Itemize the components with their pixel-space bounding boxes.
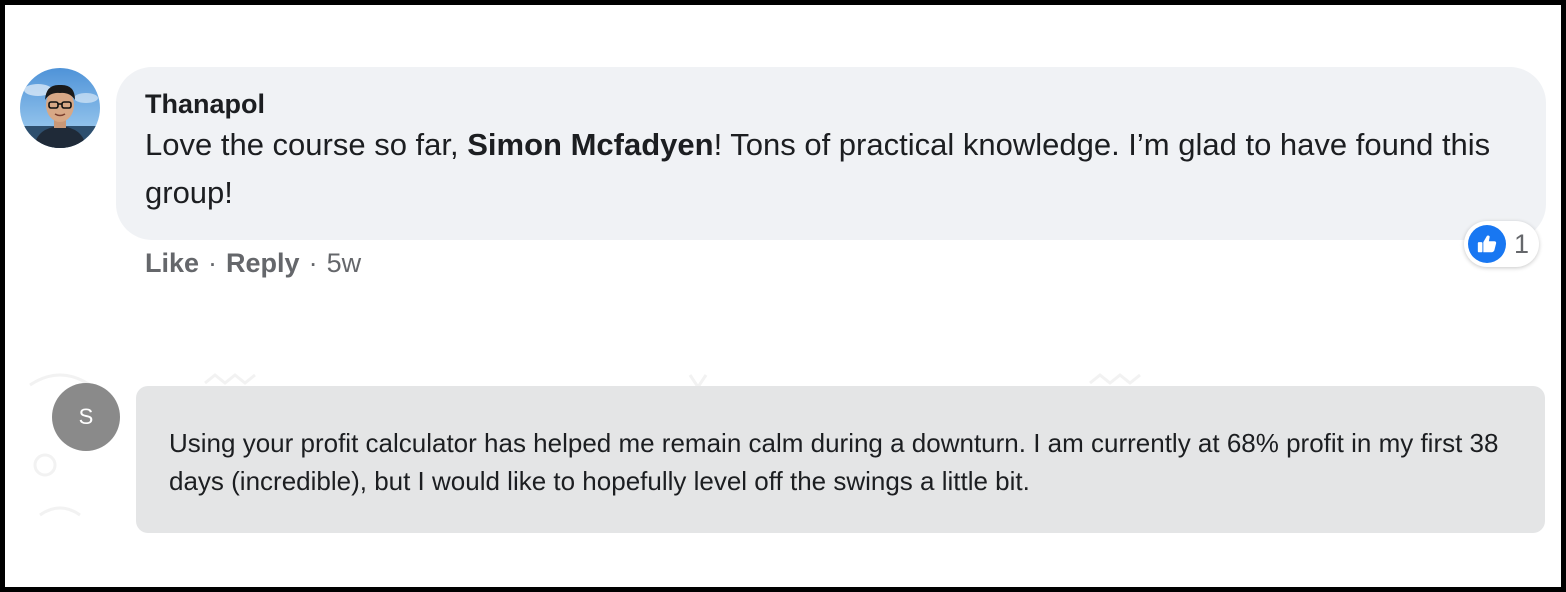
avatar[interactable] [20,68,100,148]
separator-dot: · [208,248,218,278]
screenshot-frame: Thanapol Love the course so far, Simon M… [0,0,1566,592]
comment-text-start: Love the course so far, [145,127,468,162]
avatar-initial: S [78,404,94,429]
avatar[interactable]: S [52,383,120,451]
comment-author[interactable]: Thanapol [145,87,1518,121]
like-link[interactable]: Like [145,245,199,281]
mention-link[interactable]: Simon Mcfadyen [467,127,713,162]
reaction-badge[interactable]: 1 [1464,221,1540,267]
reply-link[interactable]: Reply [226,245,300,281]
reaction-count: 1 [1514,228,1530,259]
comment-bubble: Thanapol Love the course so far, Simon M… [116,67,1546,240]
comment-text: Love the course so far, Simon Mcfadyen! … [145,121,1518,217]
timestamp[interactable]: 5w [327,245,362,281]
comment-actions: Like · Reply · 5w [145,245,361,281]
comment-text: Using your profit calculator has helped … [169,428,1499,496]
separator-dot: · [308,248,318,278]
comment-bubble: Using your profit calculator has helped … [136,386,1545,533]
like-thumb-icon [1468,225,1506,263]
profile-photo [20,68,100,148]
